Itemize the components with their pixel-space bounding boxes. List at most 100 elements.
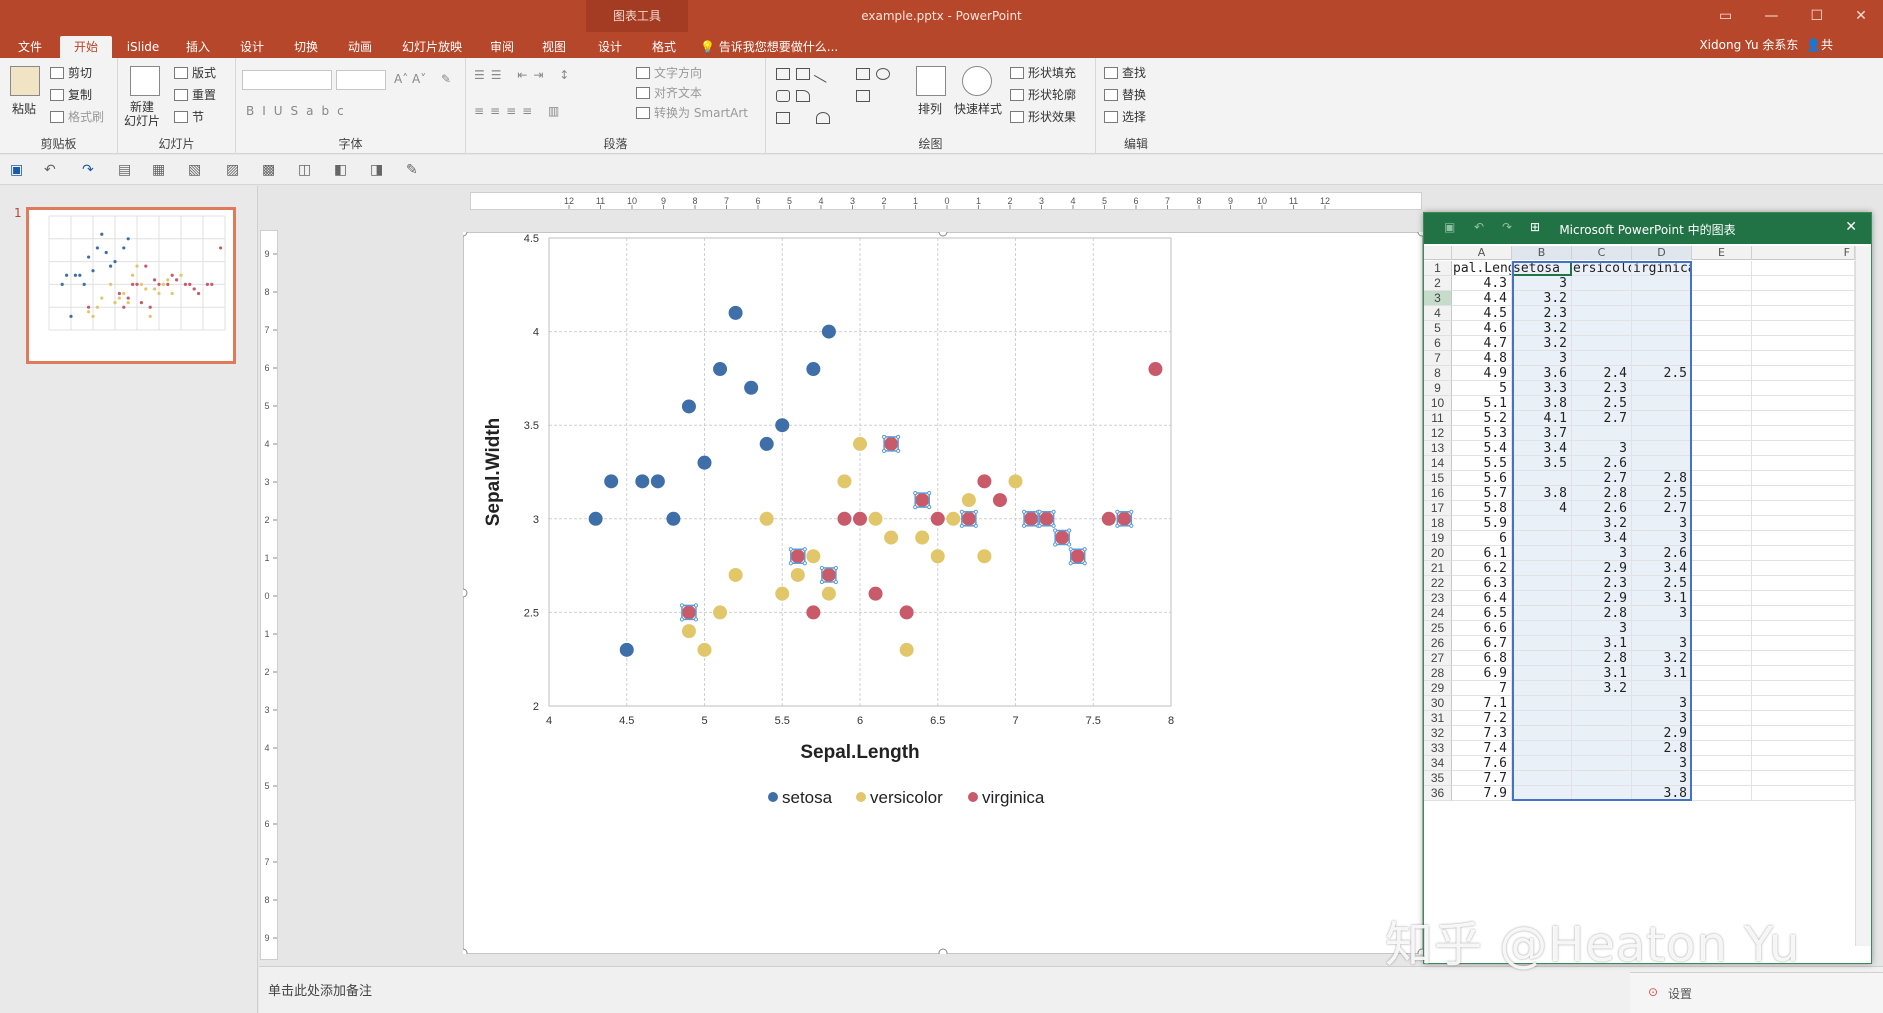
settings-icon[interactable]: ⊙ [1648,985,1658,999]
row-number[interactable]: 11 [1424,411,1452,426]
row-number[interactable]: 25 [1424,621,1452,636]
sheet-cell[interactable] [1692,321,1752,336]
sheet-cell[interactable]: 3 [1572,546,1632,561]
sheet-cell[interactable] [1692,696,1752,711]
data-point-versicolor[interactable] [853,436,867,451]
sheet-cell[interactable]: 2.8 [1572,486,1632,501]
row-number[interactable]: 6 [1424,336,1452,351]
sheet-cell[interactable]: 2.8 [1572,651,1632,666]
sheet-cell[interactable] [1512,786,1572,801]
sheet-cell[interactable] [1692,621,1752,636]
sheet-cell[interactable] [1692,381,1752,396]
sheet-cell[interactable] [1752,366,1855,381]
row-number[interactable]: 35 [1424,771,1452,786]
row-number[interactable]: 3 [1424,291,1452,306]
row-number[interactable]: 8 [1424,366,1452,381]
data-point-setosa[interactable] [728,305,743,320]
sheet-cell[interactable] [1752,411,1855,426]
share-button[interactable]: 共 [1821,38,1833,52]
toolbar-icon-7[interactable]: ◨ [370,162,383,178]
row-number[interactable]: 9 [1424,381,1452,396]
paste-button[interactable]: 粘贴 [12,100,36,117]
toolbar-icon-4[interactable]: ▩ [262,162,275,178]
sheet-cell[interactable] [1692,591,1752,606]
data-point-virginica[interactable] [806,605,821,620]
data-point-virginica[interactable] [1039,511,1054,526]
sheet-cell[interactable] [1692,486,1752,501]
column-header-e[interactable]: E [1692,246,1752,260]
sheet-cell[interactable]: 6.9 [1452,666,1512,681]
row-number[interactable]: 12 [1424,426,1452,441]
data-point-virginica[interactable] [790,549,805,564]
sheet-cell[interactable] [1752,591,1855,606]
sheet-cell[interactable] [1692,636,1752,651]
scatter-chart[interactable]: 4 4.5 5 5.5 6 6.5 7 7.5 8 2 2.5 3 3.5 4 4.5 Sepal.Lengt… [463,232,1423,954]
row-number[interactable]: 20 [1424,546,1452,561]
sheet-cell[interactable]: setosa [1512,261,1572,276]
data-point-setosa[interactable] [588,511,603,526]
sheet-cell[interactable]: 7.6 [1452,756,1512,771]
data-point-virginica[interactable] [1055,530,1070,545]
data-point-setosa[interactable] [635,474,650,489]
data-point-versicolor[interactable] [884,530,899,545]
sheet-cell[interactable]: 6.2 [1452,561,1512,576]
sheet-cell[interactable]: 2.6 [1572,456,1632,471]
row-number[interactable]: 2 [1424,276,1452,291]
pentagon-shape-icon[interactable] [776,112,790,124]
sheet-cell[interactable]: 4.6 [1452,321,1512,336]
sheet-cell[interactable]: 7.7 [1452,771,1512,786]
convert-smartart-button[interactable]: 转换为 SmartArt [636,104,748,121]
sheet-cell[interactable] [1752,471,1855,486]
row-number[interactable]: 31 [1424,711,1452,726]
sheet-cell[interactable] [1752,576,1855,591]
sheet-cell[interactable] [1752,441,1855,456]
row-number[interactable]: 4 [1424,306,1452,321]
sheet-cell[interactable]: 3.2 [1512,336,1572,351]
sheet-cell[interactable] [1692,771,1752,786]
row-number[interactable]: 27 [1424,651,1452,666]
sheet-cell[interactable]: 3.2 [1512,321,1572,336]
sheet-cell[interactable]: 3.7 [1512,426,1572,441]
data-point-virginica[interactable] [1070,549,1085,564]
sheet-cell[interactable]: 6.4 [1452,591,1512,606]
save-icon[interactable]: ▣ [10,162,23,178]
rectangle-shape-icon[interactable] [856,68,870,80]
row-number[interactable]: 17 [1424,501,1452,516]
sheet-cell[interactable] [1752,651,1855,666]
sheet-cell[interactable] [1752,711,1855,726]
tab-home[interactable]: 开始 [60,36,112,58]
oval-shape-icon[interactable] [876,68,890,80]
user-account[interactable]: Xidong Yu 余系东 👤共 [1699,36,1833,53]
resize-handle[interactable] [938,232,948,237]
row-number[interactable]: 18 [1424,516,1452,531]
list-icons[interactable]: ☰☰ ⇤⇥ ↕ [474,68,575,82]
sheet-cell[interactable]: 3.2 [1572,516,1632,531]
sheet-cell[interactable] [1692,276,1752,291]
sheet-cell[interactable] [1632,321,1692,336]
select-all-corner[interactable] [1424,246,1452,260]
row-number[interactable]: 34 [1424,756,1452,771]
x-axis-title[interactable]: Sepal.Length [800,742,919,763]
data-point-virginica[interactable] [821,567,836,582]
sheet-cell[interactable]: 3.1 [1632,591,1692,606]
data-point-setosa[interactable] [604,474,619,489]
sheet-cell[interactable]: 5.7 [1452,486,1512,501]
sheet-cell[interactable] [1572,351,1632,366]
sheet-cell[interactable] [1512,531,1572,546]
sheet-cell[interactable] [1752,306,1855,321]
sheet-cell[interactable] [1692,291,1752,306]
sheet-cell[interactable] [1512,561,1572,576]
data-point-versicolor[interactable] [915,530,930,545]
legend-label-versicolor[interactable]: versicolor [870,788,943,807]
ribbon-display-icon[interactable]: ▭ [1719,8,1732,24]
format-painter-button[interactable]: 格式刷 [50,108,104,125]
row-number[interactable]: 5 [1424,321,1452,336]
sheet-cell[interactable]: 2.5 [1632,486,1692,501]
sheet-cell[interactable] [1632,456,1692,471]
quick-styles-button[interactable]: 快速样式 [954,100,1002,117]
data-point-versicolor[interactable] [977,549,992,564]
vtextbox-shape-icon[interactable] [796,68,810,80]
sheet-cell[interactable] [1752,456,1855,471]
data-point-virginica[interactable] [930,511,945,526]
sheet-cell[interactable]: 3 [1632,756,1692,771]
